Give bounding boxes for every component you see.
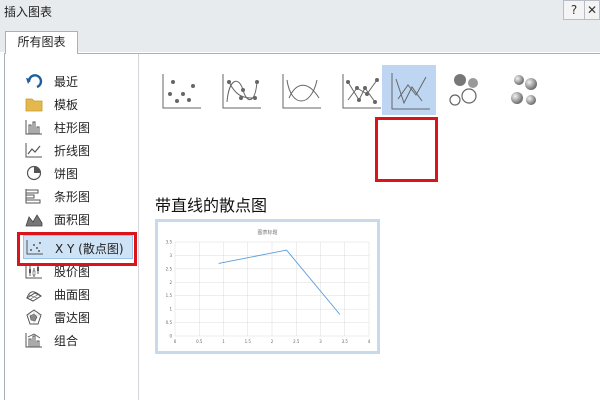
nav-item-surface[interactable]: 曲面图: [25, 284, 137, 304]
subtype-scatter-straight-markers[interactable]: [335, 68, 385, 112]
highlight-box-subtype: [375, 117, 438, 182]
area-chart-icon: [25, 214, 43, 227]
subtype-scatter-smooth[interactable]: [275, 68, 325, 112]
y-tick-label: 0.5: [166, 320, 173, 325]
folder-icon: [25, 98, 43, 112]
3d-bubble-icon: [511, 75, 537, 105]
nav-label: 组合: [54, 334, 79, 348]
scatter-smooth-lines-markers-icon: [222, 74, 261, 109]
nav-item-bar[interactable]: 条形图: [25, 186, 137, 206]
preview-gridlines: [174, 241, 370, 337]
chart-type-nav: 最近 模板 柱形图 折线图 饼图 条形图 面积图 X Y (散点图) 股价图 曲…: [5, 54, 139, 400]
undo-arrow-icon: [26, 74, 43, 89]
nav-label: 条形图: [54, 190, 91, 204]
scatter-straight-lines-icon: [391, 73, 430, 110]
preview-y-ticks: 0 0.5 1 1.5 2 2.5 3 3.5: [166, 240, 173, 339]
scatter-straight-lines-markers-icon: [342, 74, 381, 109]
nav-item-pie[interactable]: 饼图: [25, 163, 137, 183]
x-tick-label: 0: [174, 339, 177, 344]
surface-chart-icon: [25, 291, 43, 302]
preview-chart-title: 图表标题: [257, 229, 277, 236]
nav-item-recent[interactable]: 最近: [25, 71, 137, 91]
subtype-scatter-smooth-markers[interactable]: [215, 68, 265, 112]
close-button[interactable]: ✕: [585, 0, 600, 20]
subtype-scatter-straight[interactable]: [382, 65, 436, 115]
nav-item-line[interactable]: 折线图: [25, 140, 137, 160]
preview-chart: 图表标题 0 0.5 1 1.5 2 2.5 3 3.5 0 0.5 1 1.5 2 2.5 3 3.5 4: [166, 229, 371, 344]
nav-label: 模板: [54, 98, 79, 112]
tab-all-charts[interactable]: 所有图表: [5, 31, 78, 54]
y-tick-label: 0: [169, 334, 172, 339]
highlight-box-nav: [17, 232, 137, 266]
scatter-icon: [162, 74, 201, 109]
x-tick-label: 2: [271, 339, 274, 344]
nav-label: 饼图: [54, 167, 79, 181]
combo-chart-icon: [25, 333, 42, 348]
y-tick-label: 1: [169, 307, 172, 312]
nav-item-column[interactable]: 柱形图: [25, 117, 137, 137]
help-button[interactable]: ?: [563, 0, 585, 20]
bar-chart-icon: [25, 189, 41, 204]
preview-x-ticks: 0 0.5 1 1.5 2 2.5 3 3.5 4: [174, 339, 371, 344]
x-tick-label: 4: [368, 339, 371, 344]
x-tick-label: 1: [222, 339, 225, 344]
y-tick-label: 2.5: [166, 266, 173, 271]
x-tick-label: 1.5: [245, 339, 252, 344]
nav-item-radar[interactable]: 雷达图: [25, 307, 137, 327]
subtype-scatter[interactable]: [155, 68, 205, 112]
tab-bar: [0, 22, 600, 52]
x-tick-label: 3: [319, 339, 322, 344]
nav-label: 曲面图: [54, 288, 91, 302]
y-tick-label: 3.5: [166, 240, 173, 245]
x-tick-label: 0.5: [196, 339, 203, 344]
nav-label: 最近: [54, 75, 79, 89]
line-chart-icon: [25, 143, 42, 158]
nav-label: 面积图: [54, 213, 91, 227]
y-tick-label: 3: [169, 253, 172, 258]
x-tick-label: 2.5: [293, 339, 300, 344]
nav-label: 雷达图: [54, 311, 91, 325]
subtype-3d-bubble[interactable]: [501, 68, 551, 112]
window-title: 插入图表: [4, 5, 53, 19]
bubble-icon: [449, 74, 478, 106]
y-tick-label: 2: [169, 280, 172, 285]
y-tick-label: 1.5: [166, 293, 173, 298]
nav-label: 折线图: [54, 144, 91, 158]
pie-chart-icon: [26, 165, 42, 181]
chart-panel: 最近 模板 柱形图 折线图 饼图 条形图 面积图 X Y (散点图) 股价图 曲…: [4, 53, 600, 400]
nav-item-combo[interactable]: 组合: [25, 330, 137, 350]
chart-preview[interactable]: 图表标题 0 0.5 1 1.5 2 2.5 3 3.5 0 0.5 1 1.5 2 2.5 3 3.5 4: [155, 219, 380, 354]
selected-chart-title: 带直线的散点图: [155, 196, 268, 215]
radar-chart-icon: [26, 309, 42, 325]
title-bar: 插入图表 ? ✕: [0, 0, 600, 23]
nav-label: 柱形图: [54, 121, 91, 135]
nav-item-templates[interactable]: 模板: [25, 94, 137, 114]
nav-item-area[interactable]: 面积图: [25, 209, 137, 229]
subtype-bubble[interactable]: [443, 68, 493, 112]
scatter-smooth-lines-icon: [282, 74, 321, 109]
column-chart-icon: [25, 120, 42, 135]
x-tick-label: 3.5: [342, 339, 349, 344]
